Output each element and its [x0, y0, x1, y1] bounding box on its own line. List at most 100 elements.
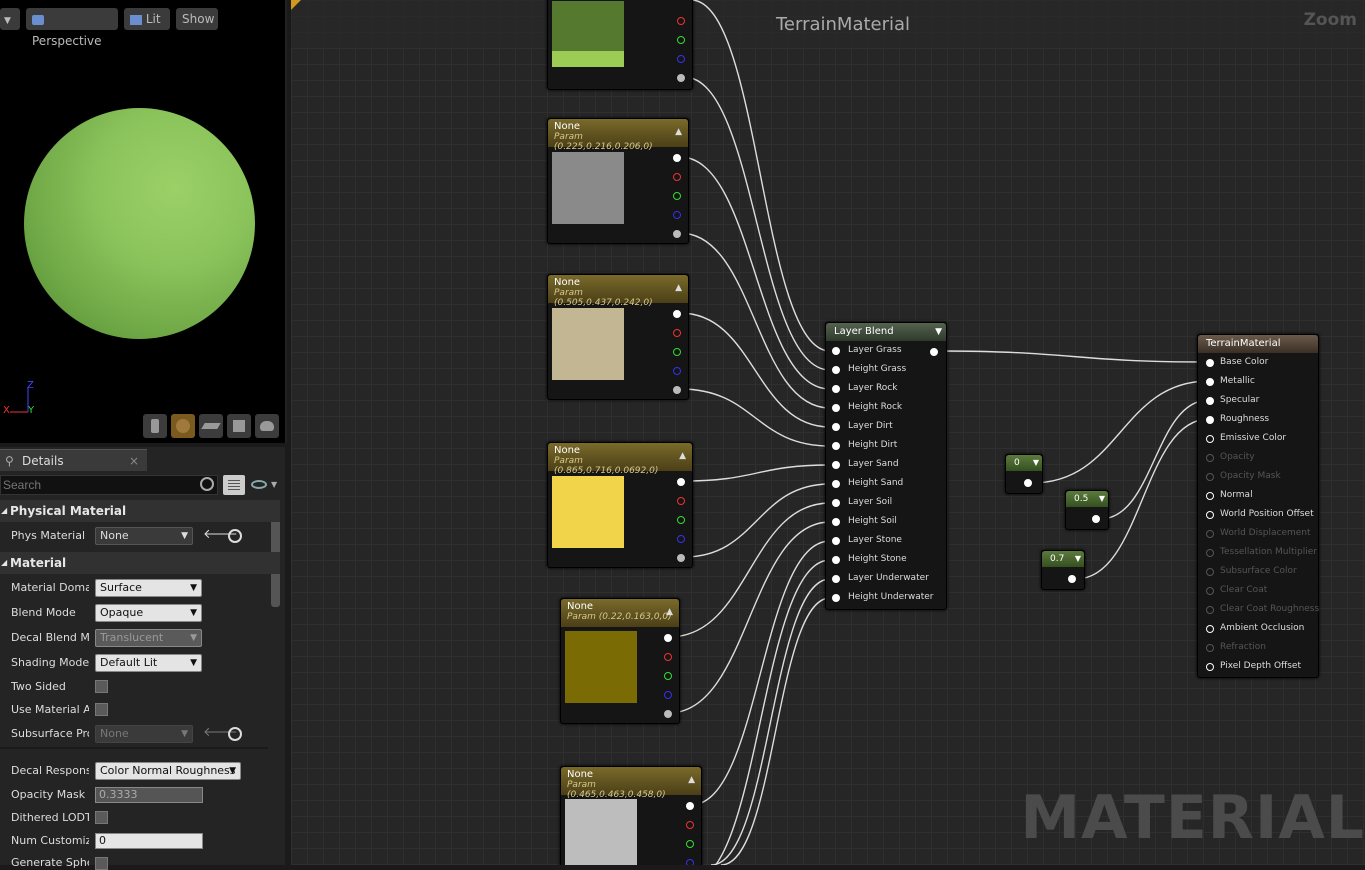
rgb-pin-icon[interactable]: [673, 154, 681, 162]
input-pin-icon[interactable]: [832, 423, 840, 431]
blue-pin-icon[interactable]: [677, 55, 685, 63]
input-pin-icon[interactable]: [832, 404, 840, 412]
input-pin-icon[interactable]: [1206, 511, 1214, 519]
input-pin-icon[interactable]: [1206, 606, 1214, 614]
param-node[interactable]: None Param (0.865,0.716,0.0692,0) ▲: [547, 442, 693, 568]
input-pin-icon[interactable]: [832, 556, 840, 564]
blue-pin-icon[interactable]: [677, 535, 685, 543]
decal-blend-combo[interactable]: Translucent ▼: [95, 629, 202, 647]
input-pin-icon[interactable]: [832, 385, 840, 393]
generate-spherical-checkbox[interactable]: [95, 857, 108, 870]
green-pin-icon[interactable]: [673, 348, 681, 356]
browse-icon[interactable]: [228, 529, 242, 543]
input-pin-icon[interactable]: [832, 594, 840, 602]
input-pin-icon[interactable]: [832, 518, 840, 526]
alpha-pin-icon[interactable]: [677, 74, 685, 82]
eye-icon[interactable]: [251, 480, 267, 489]
section-physical-material[interactable]: ◢ Physical Material: [0, 500, 280, 522]
green-pin-icon[interactable]: [686, 840, 694, 848]
perspective-button[interactable]: Perspective: [26, 8, 118, 48]
red-pin-icon[interactable]: [677, 17, 685, 25]
red-pin-icon[interactable]: [677, 497, 685, 505]
param-node[interactable]: None Param (0.22,0.163,0,0) ▲: [560, 598, 680, 724]
collapse-triangle-icon[interactable]: ▲: [675, 283, 682, 293]
plane-preview-icon[interactable]: [199, 414, 223, 438]
param-node[interactable]: None Param (0.465,0.463,0.458,0) ▲: [560, 766, 702, 865]
collapse-triangle-icon[interactable]: ▲: [666, 607, 673, 617]
list-view-icon[interactable]: [223, 475, 245, 495]
section-material[interactable]: ◢ Material: [0, 552, 280, 574]
collapse-triangle-icon[interactable]: ▲: [679, 451, 686, 461]
sphere-preview-icon[interactable]: [171, 414, 195, 438]
search-icon[interactable]: [200, 477, 214, 491]
param-node[interactable]: None Param (0.225,0.216,0.206,0) ▲: [547, 118, 689, 244]
red-pin-icon[interactable]: [673, 329, 681, 337]
input-pin-icon[interactable]: [832, 366, 840, 374]
input-pin-icon[interactable]: [1206, 663, 1214, 671]
alpha-pin-icon[interactable]: [673, 386, 681, 394]
input-pin-icon[interactable]: [1206, 549, 1214, 557]
input-pin-icon[interactable]: [1206, 625, 1214, 633]
opacity-mask-clip-field[interactable]: 0.3333: [95, 787, 203, 803]
viewport-options-button[interactable]: ▼: [0, 8, 20, 30]
cylinder-preview-icon[interactable]: [143, 414, 167, 438]
input-pin-icon[interactable]: [1206, 530, 1214, 538]
blue-pin-icon[interactable]: [664, 691, 672, 699]
show-button[interactable]: Show: [176, 8, 218, 30]
material-preview-viewport[interactable]: ▼ Perspective Lit Show Z X Y: [0, 0, 287, 443]
red-pin-icon[interactable]: [686, 821, 694, 829]
dithered-lod-checkbox[interactable]: [95, 811, 108, 824]
rgb-pin-icon[interactable]: [664, 634, 672, 642]
input-pin-icon[interactable]: [1206, 473, 1214, 481]
green-pin-icon[interactable]: [664, 672, 672, 680]
layer-blend-node[interactable]: Layer Blend ▼ Layer Grass Height Grass L…: [825, 322, 947, 610]
input-pin-icon[interactable]: [1206, 568, 1214, 576]
collapse-triangle-icon[interactable]: ▲: [688, 775, 695, 785]
output-pin-icon[interactable]: [1068, 575, 1076, 583]
two-sided-checkbox[interactable]: [95, 680, 108, 693]
alpha-pin-icon[interactable]: [664, 710, 672, 718]
constant-node[interactable]: 0 ▼: [1005, 454, 1043, 494]
input-pin-icon[interactable]: [832, 480, 840, 488]
blend-mode-combo[interactable]: Opaque ▼: [95, 604, 202, 622]
input-pin-icon[interactable]: [1206, 587, 1214, 595]
input-pin-icon[interactable]: [1206, 492, 1214, 500]
rgb-pin-icon[interactable]: [686, 802, 694, 810]
shading-model-combo[interactable]: Default Lit ▼: [95, 654, 202, 672]
collapse-triangle-icon[interactable]: ▲: [675, 127, 682, 137]
phys-material-combo[interactable]: None ▼: [95, 527, 193, 545]
param-node[interactable]: None Param (0.505,0.437,0.242,0) ▲: [547, 274, 689, 400]
tab-details[interactable]: ⚲ Details ×: [0, 449, 147, 471]
blue-pin-icon[interactable]: [673, 211, 681, 219]
green-pin-icon[interactable]: [677, 36, 685, 44]
num-customized-uvs-field[interactable]: 0: [95, 833, 203, 849]
input-pin-icon[interactable]: [1206, 359, 1214, 367]
decal-response-combo[interactable]: Color Normal Roughness ▼: [95, 762, 241, 780]
chevron-down-icon[interactable]: ▼: [271, 480, 277, 489]
rgb-pin-icon[interactable]: [673, 310, 681, 318]
input-pin-icon[interactable]: [832, 442, 840, 450]
input-pin-icon[interactable]: [832, 347, 840, 355]
output-pin-icon[interactable]: [930, 348, 938, 356]
input-pin-icon[interactable]: [1206, 378, 1214, 386]
cube-preview-icon[interactable]: [227, 414, 251, 438]
red-pin-icon[interactable]: [664, 653, 672, 661]
terrain-material-result-node[interactable]: TerrainMaterial Base Color Metallic Spec…: [1197, 334, 1319, 678]
subsurface-profile-combo[interactable]: None ▼: [95, 725, 193, 743]
input-pin-icon[interactable]: [832, 575, 840, 583]
output-pin-icon[interactable]: [1024, 479, 1032, 487]
browse-icon[interactable]: [228, 727, 242, 741]
constant-node[interactable]: 0.7 ▼: [1041, 550, 1085, 590]
blue-pin-icon[interactable]: [686, 859, 694, 865]
close-icon[interactable]: ×: [129, 450, 139, 472]
green-pin-icon[interactable]: [677, 516, 685, 524]
rgb-pin-icon[interactable]: [677, 478, 685, 486]
input-pin-icon[interactable]: [832, 499, 840, 507]
input-pin-icon[interactable]: [1206, 454, 1214, 462]
output-pin-icon[interactable]: [1092, 515, 1100, 523]
green-pin-icon[interactable]: [673, 192, 681, 200]
input-pin-icon[interactable]: [1206, 416, 1214, 424]
param-node-top[interactable]: [547, 0, 693, 90]
input-pin-icon[interactable]: [832, 537, 840, 545]
constant-node[interactable]: 0.5 ▼: [1065, 490, 1109, 530]
